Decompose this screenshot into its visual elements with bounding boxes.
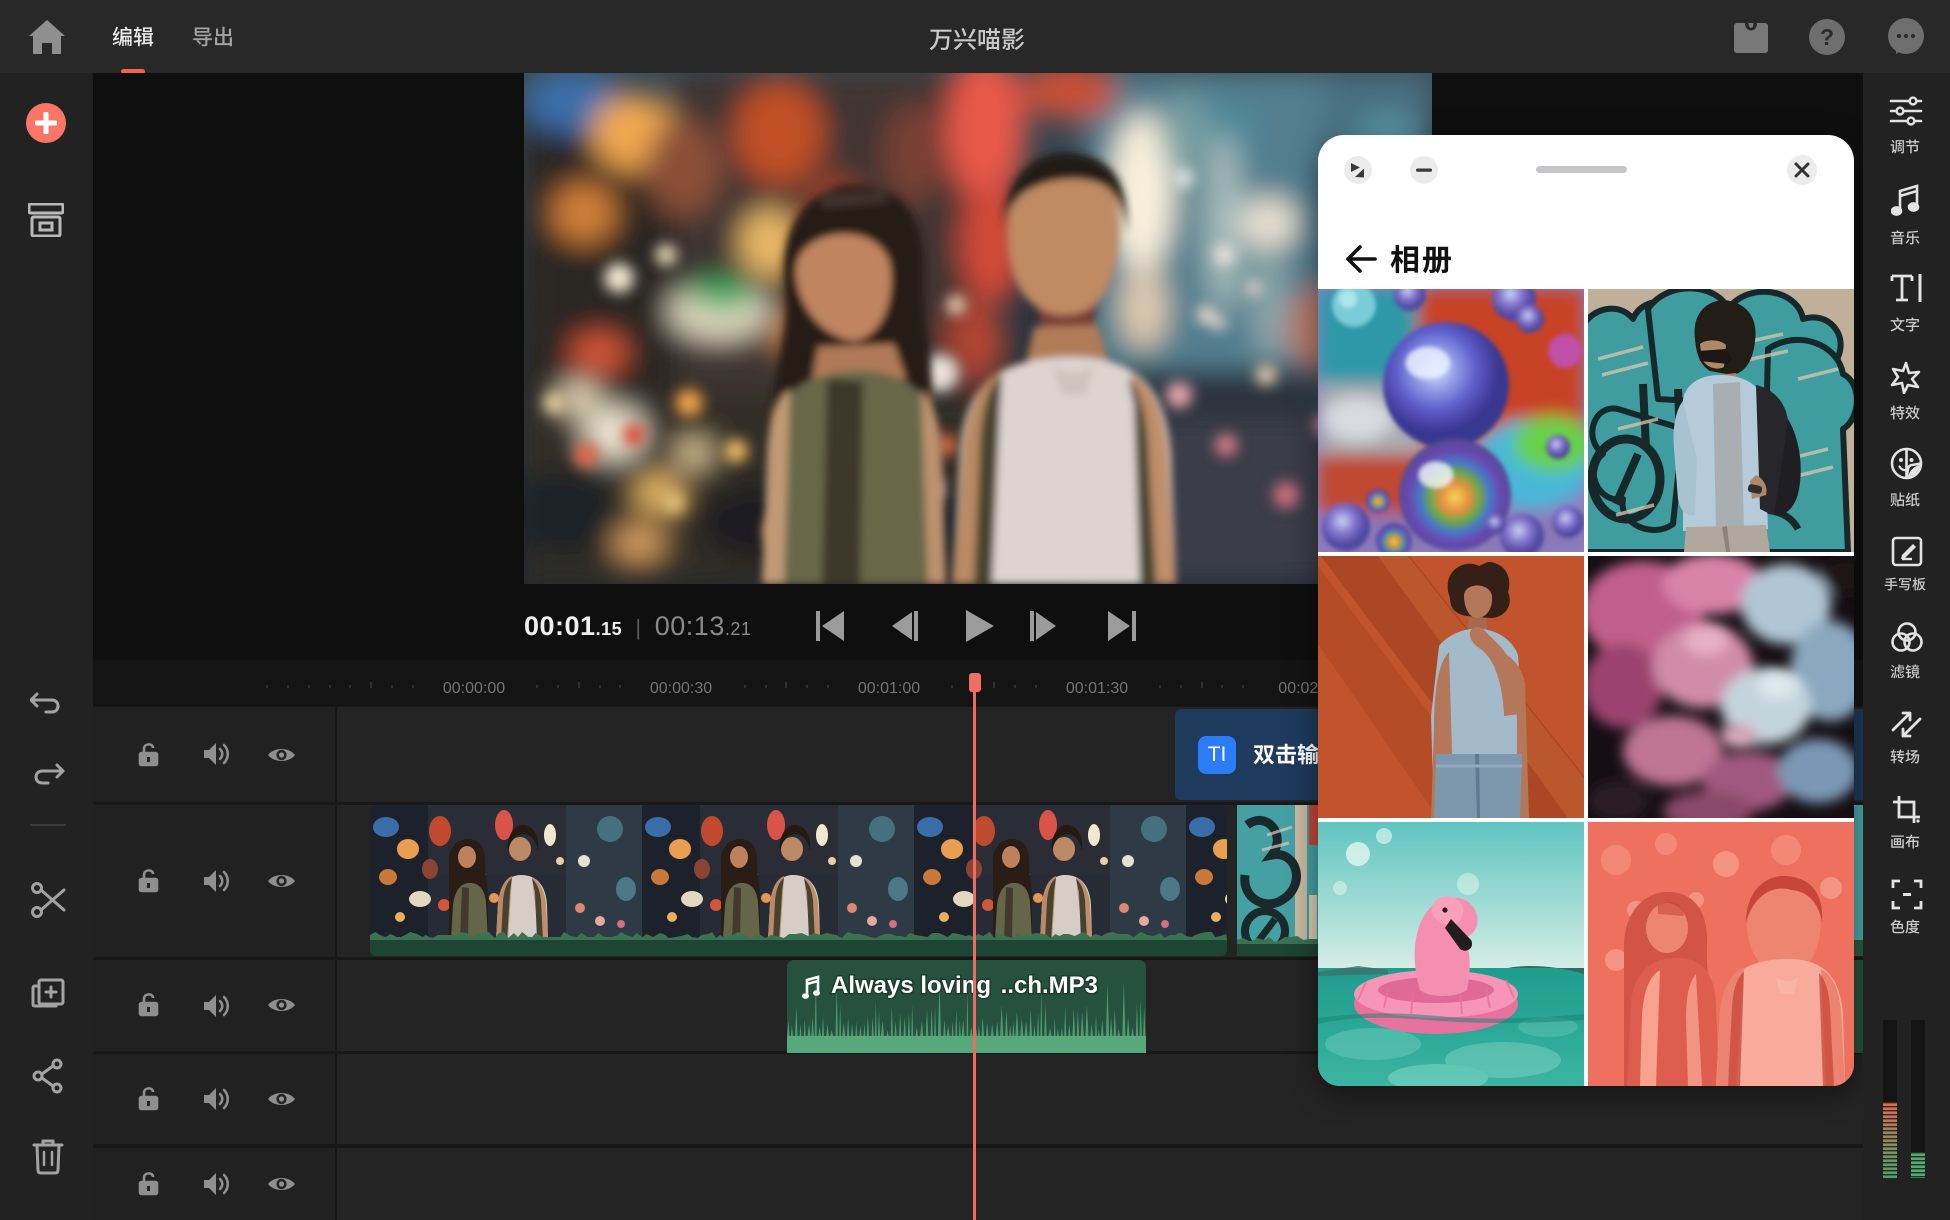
svg-text:00:00:30: 00:00:30 xyxy=(650,680,712,697)
svg-text:00:01:00: 00:01:00 xyxy=(858,680,920,697)
svg-text:Always loving ..ch.MP3: Always loving ..ch.MP3 xyxy=(831,972,1098,999)
svg-text:00:01:30: 00:01:30 xyxy=(1066,680,1128,697)
svg-text:?: ? xyxy=(1820,24,1834,50)
svg-text:00:00:00: 00:00:00 xyxy=(443,680,505,697)
